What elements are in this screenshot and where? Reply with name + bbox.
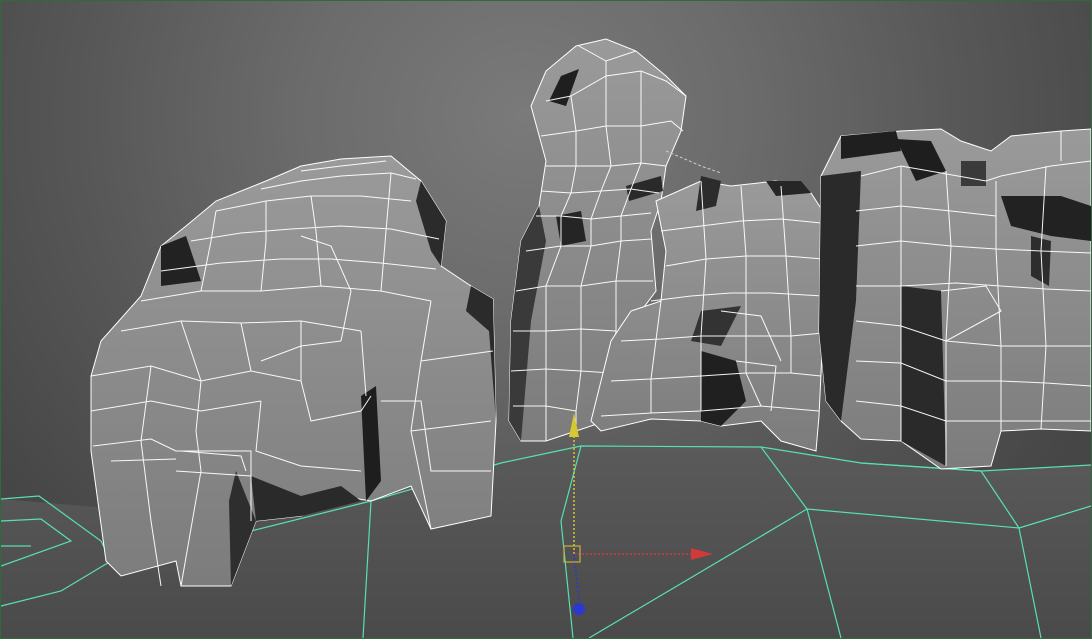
viewport-scene[interactable]: [1, 1, 1091, 638]
3d-viewport[interactable]: [0, 0, 1092, 639]
selection-edge: [665, 150, 722, 174]
z-axis-handle-icon[interactable]: [573, 603, 585, 615]
rock-mesh-right[interactable]: [818, 128, 1091, 470]
